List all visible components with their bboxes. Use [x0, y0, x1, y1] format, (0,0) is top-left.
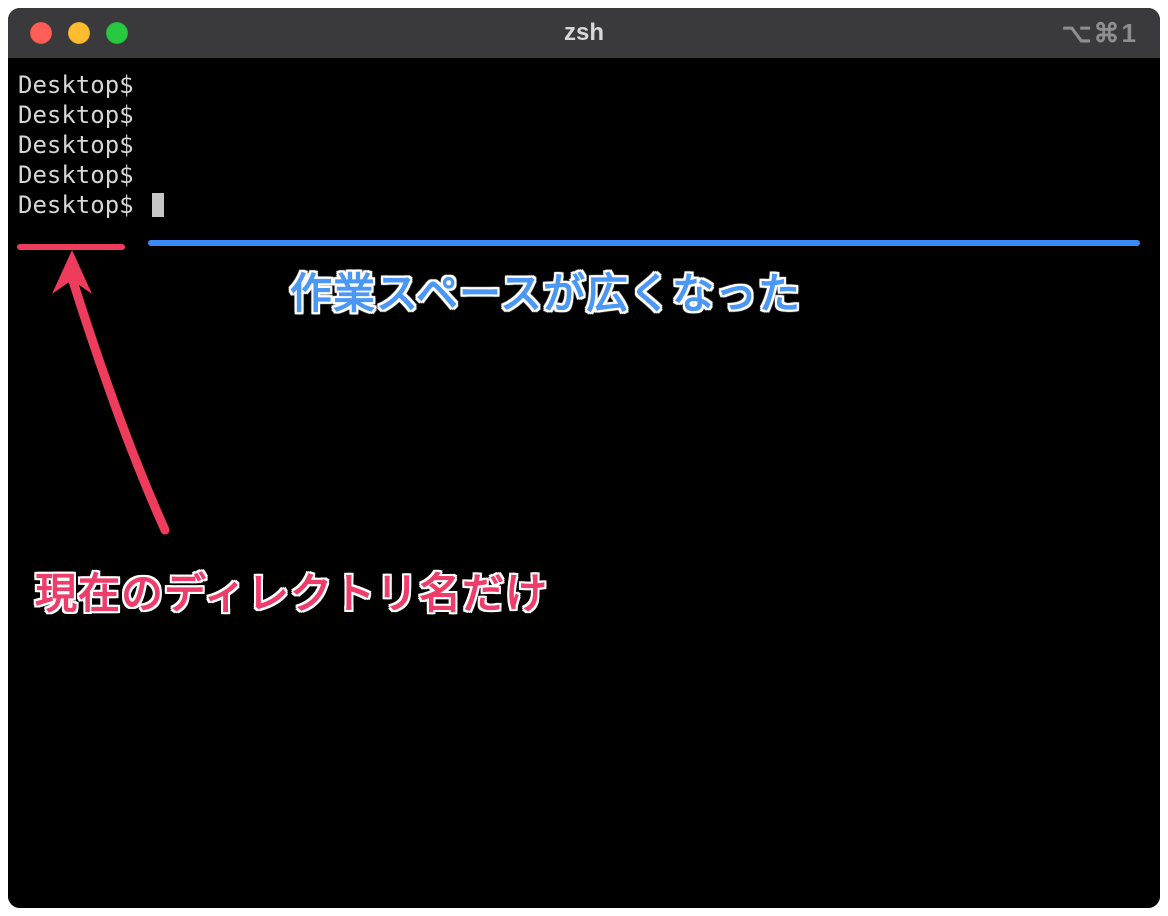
- terminal-body[interactable]: Desktop$ Desktop$ Desktop$ Desktop$ Desk…: [8, 58, 1160, 908]
- prompt-text: Desktop$: [18, 100, 148, 130]
- titlebar: zsh ⌥⌘1: [8, 8, 1160, 58]
- prompt-line: Desktop$: [18, 130, 1150, 160]
- prompt-text: Desktop$: [18, 190, 148, 220]
- prompt-text: Desktop$: [18, 70, 148, 100]
- traffic-lights: [30, 22, 128, 44]
- terminal-window: zsh ⌥⌘1 Desktop$ Desktop$ Desktop$ Deskt…: [8, 8, 1160, 908]
- cursor: [152, 193, 164, 217]
- prompt-line: Desktop$: [18, 100, 1150, 130]
- prompt-text: Desktop$: [18, 160, 148, 190]
- minimize-button[interactable]: [68, 22, 90, 44]
- prompt-line: Desktop$: [18, 70, 1150, 100]
- prompt-line: Desktop$: [18, 160, 1150, 190]
- prompt-text: Desktop$: [18, 130, 148, 160]
- window-title: zsh: [8, 19, 1160, 47]
- prompt-line: Desktop$: [18, 190, 1150, 220]
- zoom-button[interactable]: [106, 22, 128, 44]
- close-button[interactable]: [30, 22, 52, 44]
- shortcut-hint: ⌥⌘1: [1062, 18, 1138, 49]
